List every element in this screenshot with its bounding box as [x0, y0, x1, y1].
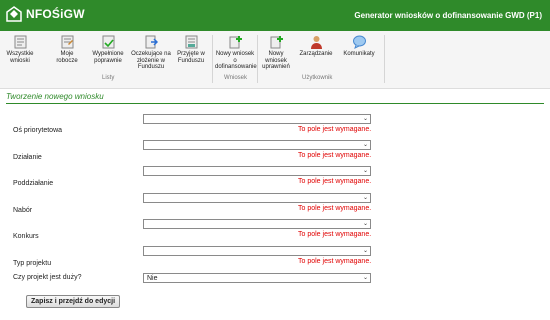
- competition-select[interactable]: ⌄: [143, 219, 371, 229]
- button-label: Oczekujące na złożenie w Funduszu: [131, 51, 171, 70]
- logo[interactable]: NFOŚiGW: [6, 6, 85, 22]
- management-button[interactable]: Zarządzanie: [296, 35, 336, 58]
- button-label: Wypełnione poprawnie: [92, 51, 124, 64]
- all-applications-button[interactable]: Wszystkie wnioski: [4, 35, 36, 64]
- speech-bubble-icon: [352, 35, 366, 49]
- awaiting-submission-button[interactable]: Oczekujące na złożenie w Funduszu: [130, 35, 172, 71]
- accepted-document-icon: [185, 35, 197, 49]
- user-icon: [310, 36, 322, 49]
- sub-action-select[interactable]: ⌄: [143, 166, 371, 176]
- app-header: NFOŚiGW Generator wniosków o dofinansowa…: [0, 0, 550, 31]
- button-label: Zarządzanie: [299, 51, 333, 57]
- button-label: Nowy wniosek uprawnień: [262, 51, 290, 70]
- chevron-down-icon: ⌄: [362, 248, 368, 254]
- section-title: Tworzenie nowego wniosku: [6, 92, 104, 101]
- group-label-request: Wniosek: [224, 75, 248, 81]
- chevron-down-icon: ⌄: [362, 168, 368, 174]
- new-document-icon: [229, 36, 242, 49]
- button-label: Moje robocze: [56, 51, 78, 64]
- group-label-user: Użytkownik: [302, 75, 333, 81]
- chevron-down-icon: ⌄: [362, 142, 368, 148]
- ribbon-separator: [384, 35, 385, 83]
- chevron-down-icon: ⌄: [362, 275, 368, 281]
- new-permissions-request-button[interactable]: Nowy wniosek uprawnień: [258, 35, 294, 71]
- required-error: To pole jest wymagane.: [298, 126, 372, 133]
- logo-text: NFOŚiGW: [26, 7, 85, 21]
- draft-document-icon: [61, 35, 73, 49]
- action-label: Działanie: [13, 154, 42, 161]
- large-project-label: Czy projekt jest duży?: [13, 274, 82, 281]
- required-error: To pole jest wymagane.: [298, 178, 372, 185]
- document-list-icon: [14, 35, 26, 49]
- app-title: Generator wniosków o dofinansowanie GWD …: [354, 11, 542, 20]
- action-select[interactable]: ⌄: [143, 140, 371, 150]
- logo-icon: [6, 6, 22, 22]
- save-and-edit-button[interactable]: Zapisz i przejdź do edycji: [26, 295, 121, 308]
- large-project-select[interactable]: Nie ⌄: [143, 273, 371, 283]
- required-error: To pole jest wymagane.: [298, 152, 372, 159]
- competition-label: Konkurs: [13, 233, 39, 240]
- ribbon-toolbar: Wszystkie wnioski Moje robocze Wypełnion…: [0, 31, 550, 89]
- messages-button[interactable]: Komunikaty: [338, 35, 380, 58]
- checked-document-icon: [102, 35, 114, 49]
- my-drafts-button[interactable]: Moje robocze: [52, 35, 82, 64]
- call-select[interactable]: ⌄: [143, 193, 371, 203]
- required-error: To pole jest wymagane.: [298, 258, 372, 265]
- send-document-icon: [145, 35, 158, 49]
- priority-axis-label: Oś priorytetowa: [13, 127, 63, 134]
- button-label: Wszystkie wnioski: [6, 51, 34, 64]
- group-label-lists: Listy: [102, 75, 115, 81]
- ribbon-separator: [212, 35, 213, 83]
- button-label: Przyjęte w Funduszu: [177, 51, 205, 64]
- button-label: Komunikaty: [343, 51, 375, 57]
- accepted-in-fund-button[interactable]: Przyjęte w Funduszu: [173, 35, 209, 64]
- call-label: Nabór: [13, 207, 33, 214]
- chevron-down-icon: ⌄: [362, 195, 368, 201]
- priority-axis-select[interactable]: ⌄: [143, 114, 371, 124]
- project-type-label: Typ projektu: [13, 260, 52, 267]
- new-document-icon: [270, 36, 283, 49]
- new-funding-application-button[interactable]: Nowy wniosek o dofinansowanie: [215, 35, 257, 71]
- section-divider: [6, 103, 544, 104]
- project-type-select[interactable]: ⌄: [143, 246, 371, 256]
- required-error: To pole jest wymagane.: [298, 205, 372, 212]
- required-error: To pole jest wymagane.: [298, 231, 372, 238]
- chevron-down-icon: ⌄: [362, 116, 368, 122]
- sub-action-label: Poddziałanie: [13, 180, 54, 187]
- completed-correctly-button[interactable]: Wypełnione poprawnie: [88, 35, 128, 64]
- chevron-down-icon: ⌄: [362, 221, 368, 227]
- button-label: Nowy wniosek o dofinansowanie: [215, 51, 257, 70]
- select-value: Nie: [147, 275, 158, 282]
